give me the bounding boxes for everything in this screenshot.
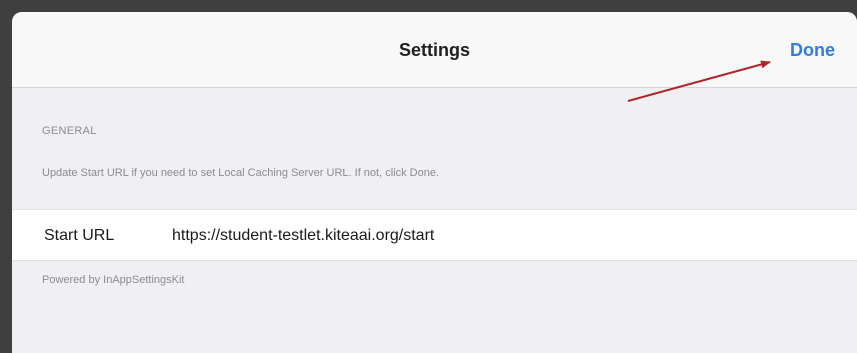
start-url-field[interactable]	[172, 222, 772, 250]
window-frame: Settings Done GENERAL Update Start URL i…	[0, 0, 857, 353]
page-title: Settings	[398, 40, 470, 60]
powered-by-text: Powered by InAppSettingsKit	[42, 274, 185, 286]
start-url-label: Start URL	[44, 227, 115, 244]
navigation-bar: Settings Done	[12, 12, 857, 88]
settings-sheet: Settings Done GENERAL Update Start URL i…	[12, 12, 857, 353]
section-description: Update Start URL if you need to set Loca…	[42, 167, 440, 179]
section-header-general: GENERAL	[42, 125, 97, 137]
start-url-row[interactable]: Start URL	[12, 209, 857, 261]
done-button[interactable]: Done	[790, 12, 835, 88]
